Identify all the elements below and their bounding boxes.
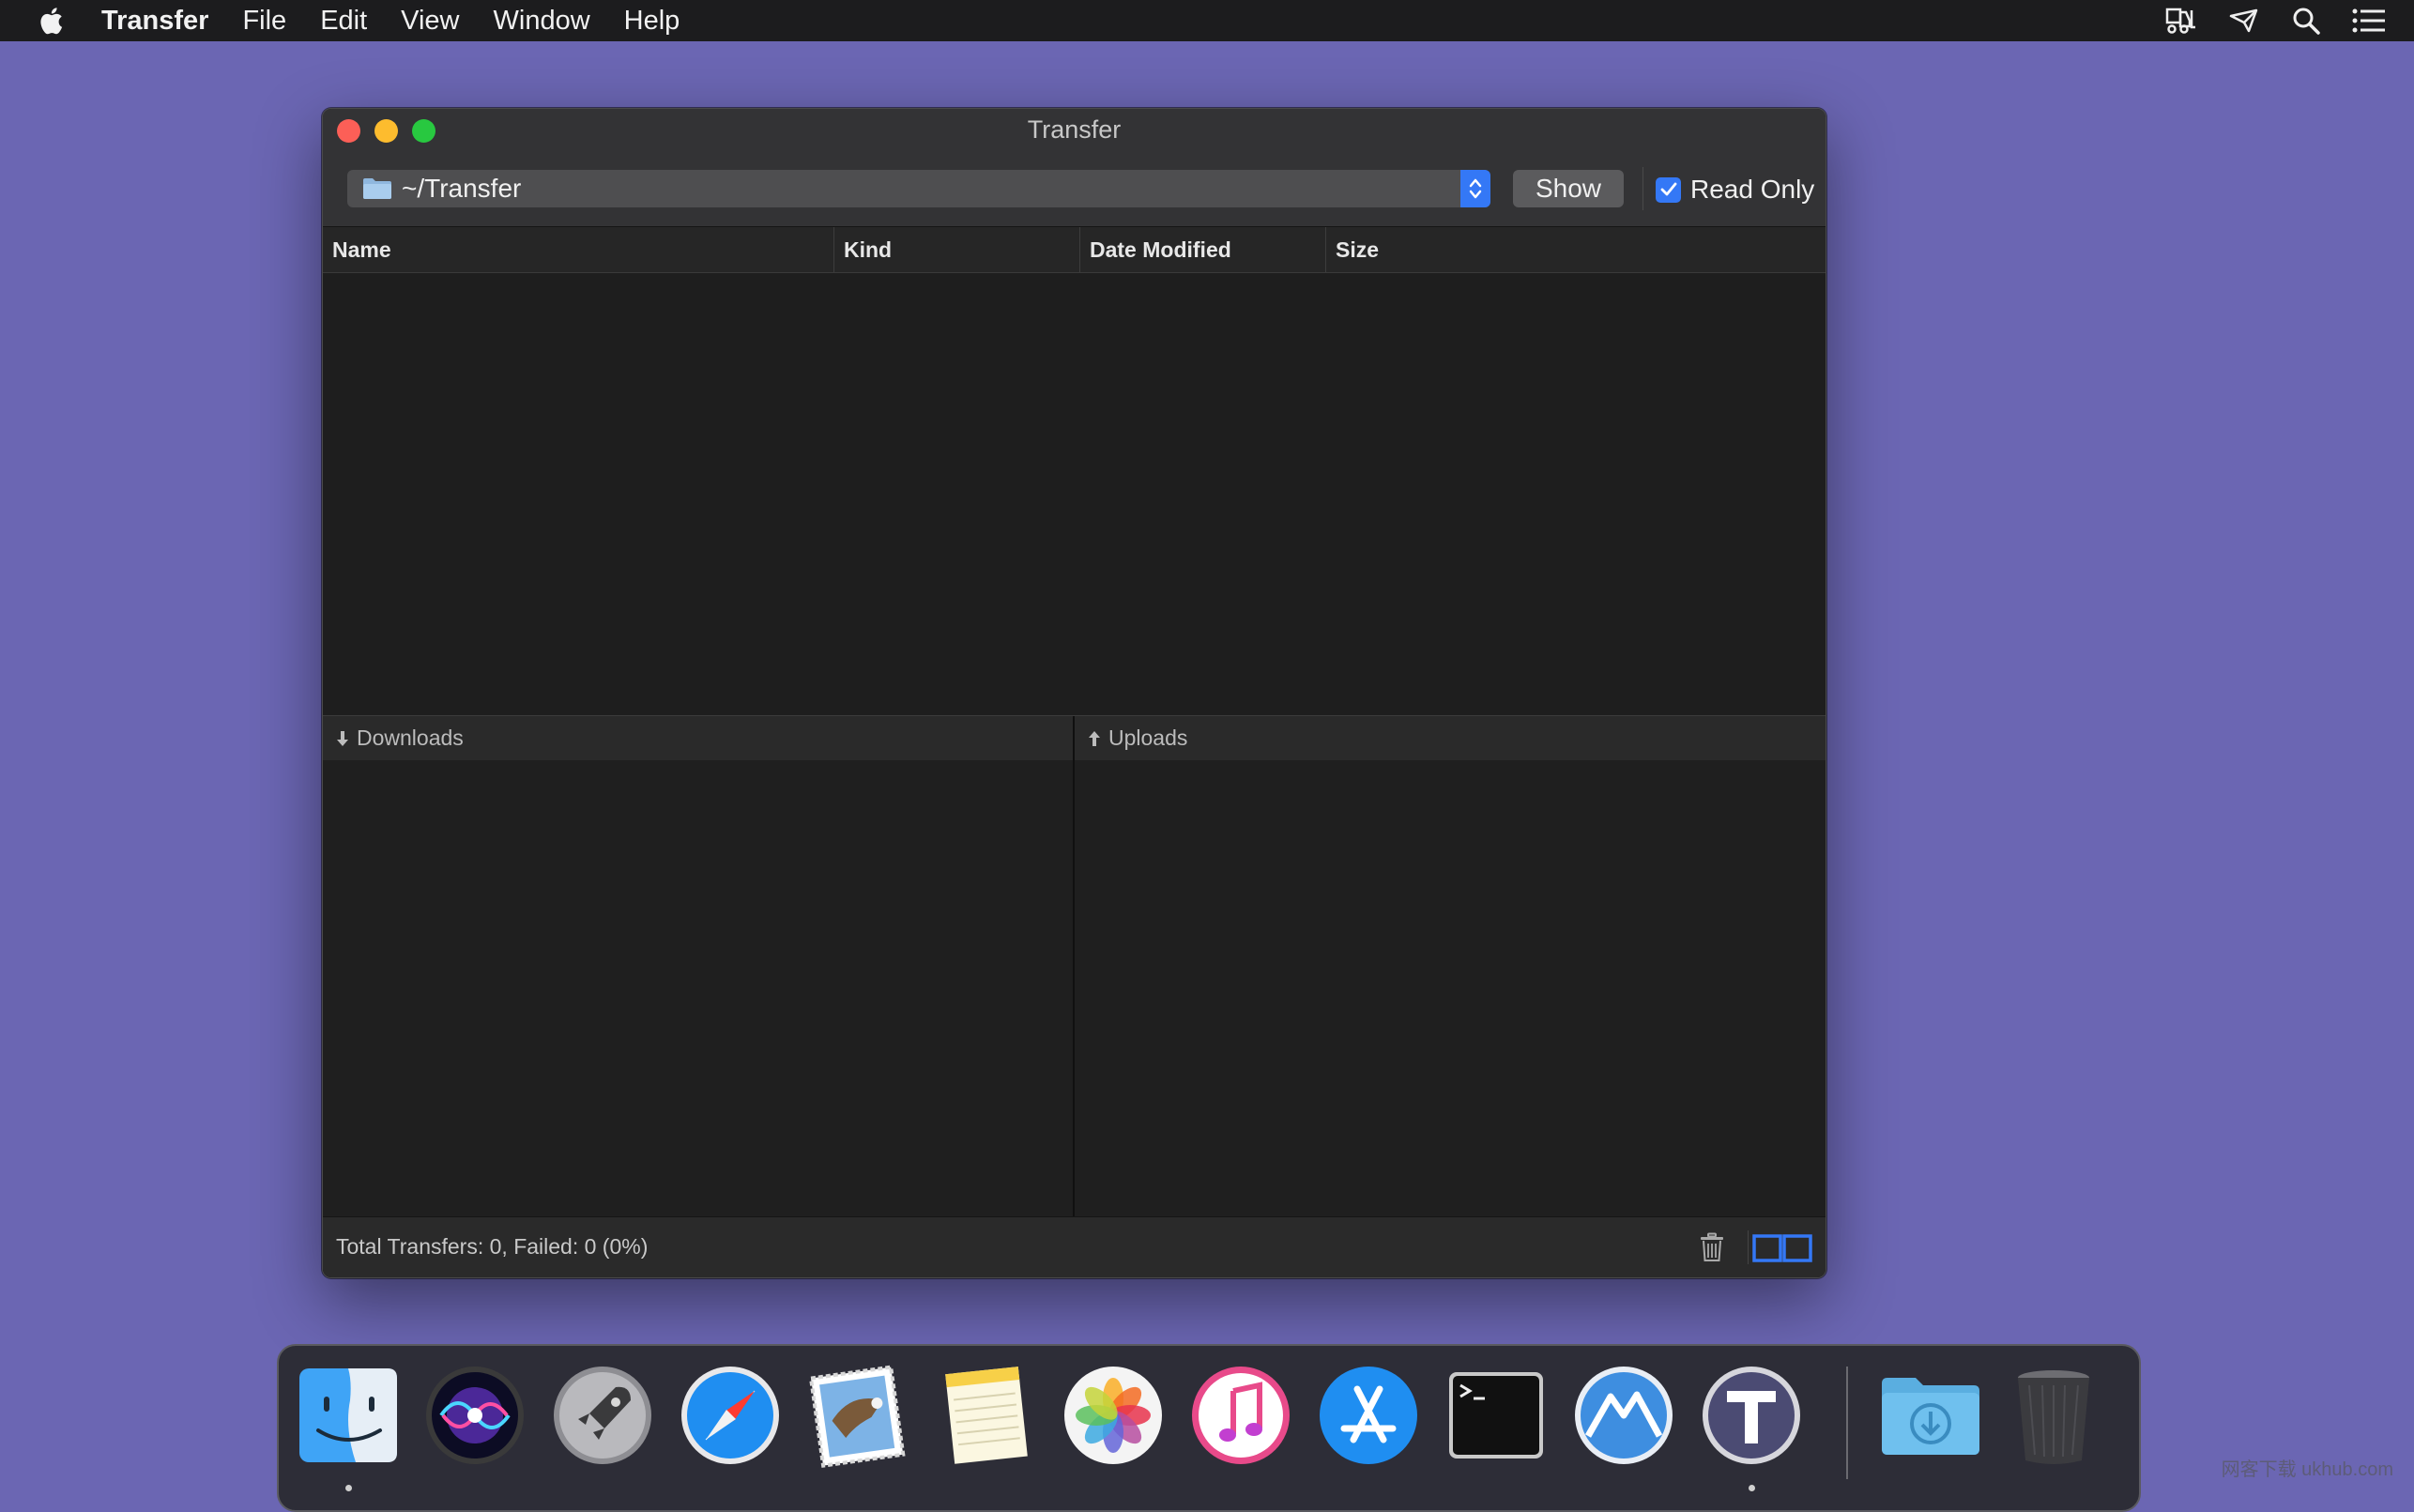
dock [277,1344,2141,1512]
arrow-up-icon [1089,730,1100,746]
split-view-toggle-icon[interactable] [1752,1234,1812,1262]
uploads-header: Uploads [1075,716,1826,760]
downloads-pane[interactable]: Downloads [323,716,1075,1277]
chevron-up-down-icon [1469,178,1482,199]
siri-icon[interactable] [422,1363,527,1468]
downloads-header: Downloads [323,716,1073,760]
spotlight-search-icon[interactable] [2292,7,2320,35]
menu-edit[interactable]: Edit [320,0,367,41]
mail-icon[interactable] [805,1363,910,1468]
uploads-pane[interactable]: Uploads [1075,716,1826,1277]
menu-file[interactable]: File [242,0,286,41]
read-only-label: Read Only [1690,175,1815,204]
column-name[interactable]: Name [323,227,833,272]
terminal-icon[interactable] [1444,1363,1549,1468]
dock-separator [1846,1367,1848,1479]
trash-dock-icon[interactable] [2001,1363,2106,1468]
app-store-icon[interactable] [1316,1363,1421,1468]
transfer-status-icon[interactable] [2228,7,2260,35]
safari-icon[interactable] [678,1363,783,1468]
window-title: Transfer [1027,115,1122,144]
trash-icon[interactable] [1700,1232,1724,1262]
uploads-label: Uploads [1108,725,1188,750]
show-button[interactable]: Show [1513,170,1624,207]
menu-window[interactable]: Window [494,0,590,41]
itunes-icon[interactable] [1188,1363,1293,1468]
menu-bar: Transfer File Edit View Window Help [0,0,2414,41]
path-text: ~/Transfer [402,174,522,203]
read-only-checkbox[interactable] [1656,176,1681,203]
column-date-modified[interactable]: Date Modified [1079,227,1326,272]
launchpad-icon[interactable] [550,1363,655,1468]
column-kind[interactable]: Kind [833,227,1080,272]
forklift-icon[interactable] [2164,7,2196,35]
title-bar[interactable]: Transfer ~/Transfer Show Read Only [323,109,1826,227]
read-only-toggle[interactable]: Read Only [1656,171,1814,208]
path-popup-stepper[interactable] [1460,170,1490,207]
column-size[interactable]: Size [1325,227,1505,272]
photos-icon[interactable] [1061,1363,1166,1468]
status-divider [1748,1230,1749,1264]
menu-help[interactable]: Help [624,0,680,41]
transfer-app-icon[interactable] [1699,1363,1804,1468]
downloads-label: Downloads [357,725,464,750]
arrow-down-icon [337,730,348,746]
notification-center-icon[interactable] [2352,8,2386,34]
finder-running-dot [345,1485,352,1491]
transfer-status-text: Total Transfers: 0, Failed: 0 (0%) [336,1234,649,1259]
notes-icon[interactable] [933,1363,1038,1468]
watermark: 网客下载 ukhub.com [2221,1459,2393,1480]
toolbar-divider [1642,167,1643,210]
path-popup[interactable]: ~/Transfer [347,170,1490,207]
downloads-folder-icon[interactable] [1878,1363,1983,1468]
transfer-running-dot [1749,1485,1755,1491]
transfer-panes: Downloads Uploads [323,715,1826,1277]
file-table-header: Name Kind Date Modified Size [323,227,1826,273]
finder-icon[interactable] [296,1363,401,1468]
mountain-duck-icon[interactable] [1571,1363,1676,1468]
transfer-window: Transfer ~/Transfer Show Read Only Name … [322,108,1826,1278]
file-table-body[interactable] [323,273,1826,715]
menu-app-name[interactable]: Transfer [101,0,208,41]
checkmark-icon [1660,182,1676,196]
folder-icon [363,178,391,199]
status-bar: Total Transfers: 0, Failed: 0 (0%) [323,1216,1826,1277]
menu-view[interactable]: View [401,0,459,41]
apple-menu-icon[interactable] [38,6,64,36]
